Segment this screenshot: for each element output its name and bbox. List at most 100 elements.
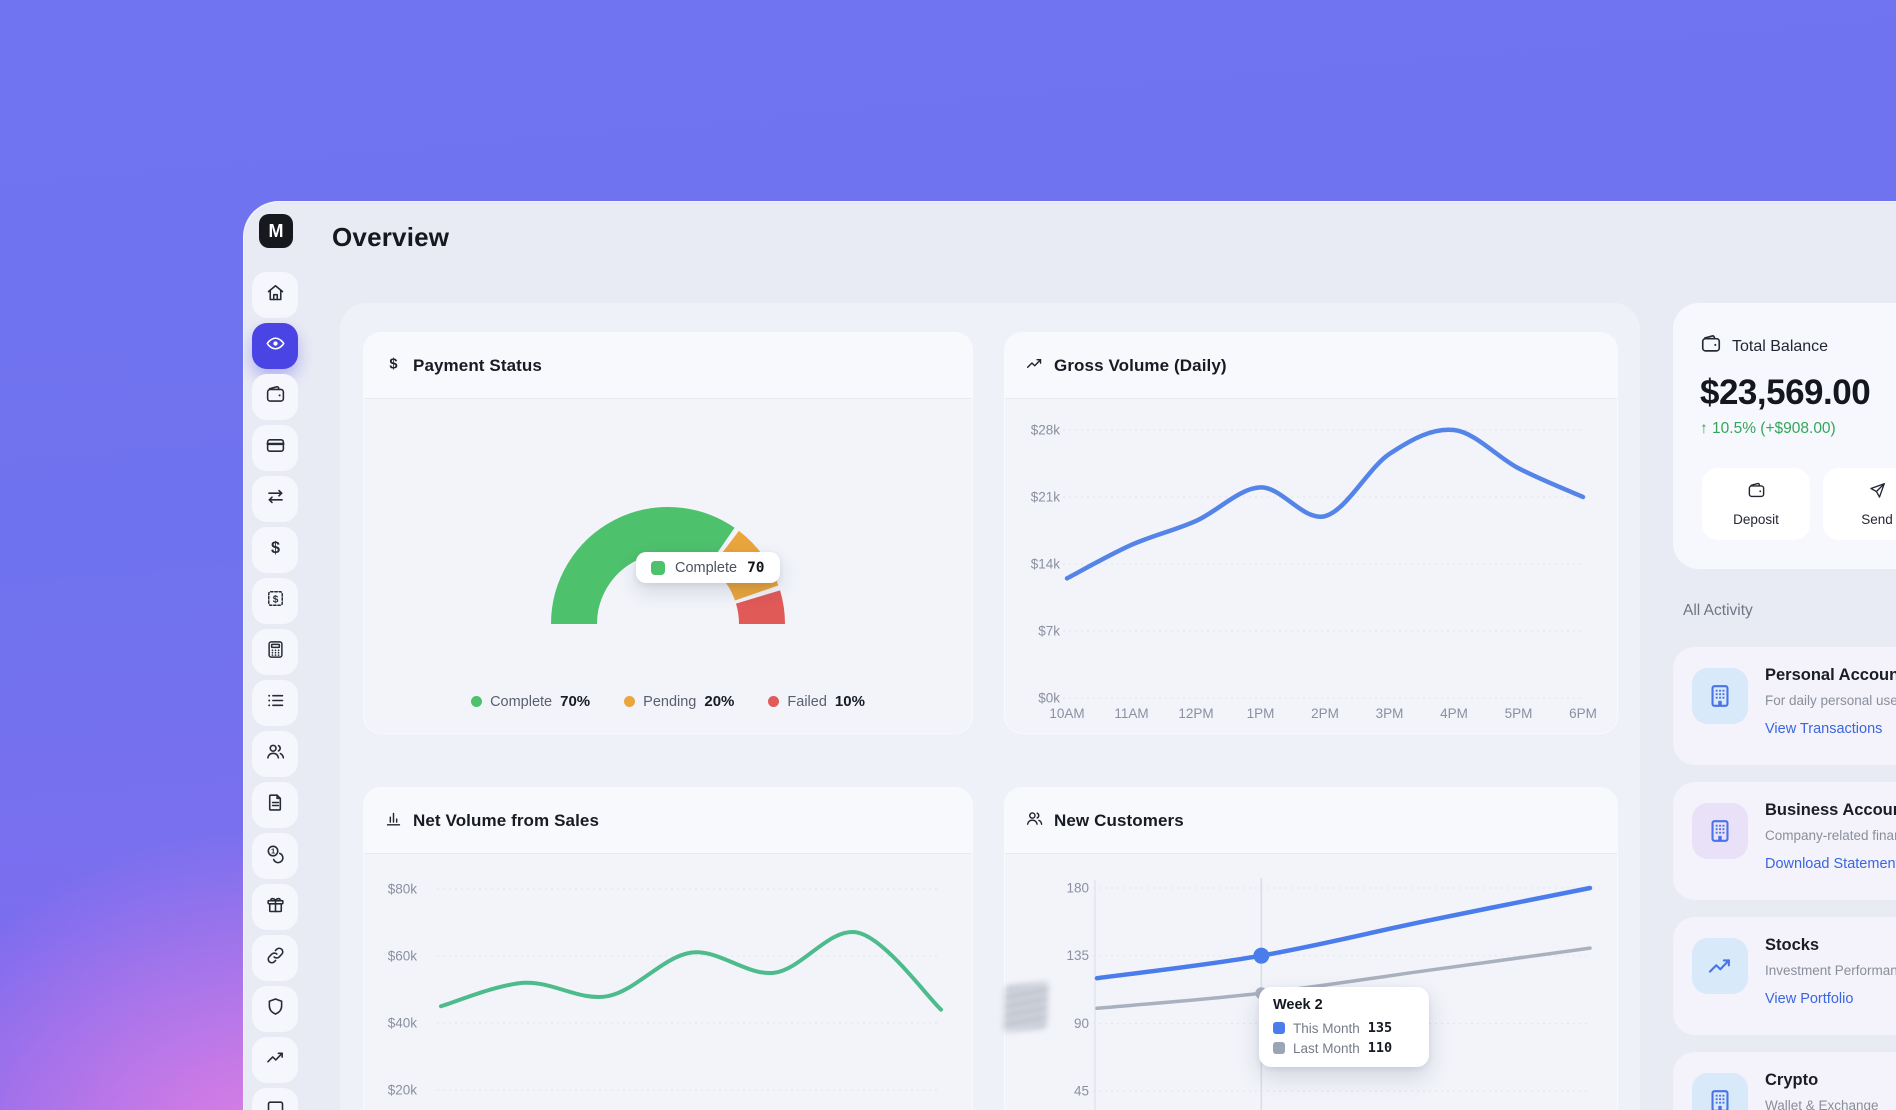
svg-text:$14k: $14k <box>1031 557 1061 572</box>
legend-swatch <box>1273 1022 1285 1034</box>
svg-text:$0k: $0k <box>1038 691 1060 706</box>
card-title: Net Volume from Sales <box>413 811 599 831</box>
sidebar-item-lists[interactable] <box>252 680 298 726</box>
legend-dot <box>768 696 779 707</box>
coins-icon <box>265 843 286 869</box>
view-transactions-link[interactable]: View Transactions <box>1765 721 1882 737</box>
users-icon <box>1025 809 1044 833</box>
sidebar-item-invoices[interactable] <box>252 578 298 624</box>
dashboard-window: M Overview Payment Status <box>243 201 1896 1110</box>
svg-text:11AM: 11AM <box>1114 706 1148 721</box>
total-balance-change: ↑ 10.5% (+$908.00) <box>1700 420 1836 438</box>
sidebar-item-payments[interactable] <box>252 527 298 573</box>
sidebar-item-links[interactable] <box>252 935 298 981</box>
app-logo[interactable]: M <box>259 214 293 248</box>
sidebar-item-transfers[interactable] <box>252 476 298 522</box>
legend-item-pending: Pending 20% <box>624 693 734 710</box>
svg-text:10AM: 10AM <box>1049 706 1084 721</box>
svg-text:2PM: 2PM <box>1311 706 1339 721</box>
card-title: Payment Status <box>413 356 542 376</box>
legend-dot <box>471 696 482 707</box>
svg-text:$80k: $80k <box>388 882 418 897</box>
activity-item-personal-account[interactable]: Personal Account For daily personal use … <box>1673 647 1896 765</box>
send-icon <box>1868 481 1887 505</box>
trending-up-icon <box>1025 354 1044 378</box>
send-button[interactable]: Send <box>1823 468 1896 540</box>
link-icon <box>265 945 286 971</box>
gauge-tooltip: Complete 70 <box>636 552 780 583</box>
screenshot-smudge-artifact <box>1003 981 1048 1032</box>
trending-up-icon <box>265 1047 286 1073</box>
legend-swatch <box>1273 1042 1285 1054</box>
sidebar-item-calculator[interactable] <box>252 629 298 675</box>
balance-actions: Deposit Send <box>1702 468 1896 540</box>
payment-status-card: Payment Status Complete 70 Complete 70% … <box>363 332 973 734</box>
total-balance-amount: $23,569.00 <box>1700 373 1870 413</box>
main-content: Payment Status Complete 70 Complete 70% … <box>340 303 1640 1110</box>
svg-text:$7k: $7k <box>1038 624 1060 639</box>
activity-item-business-account[interactable]: Business Account Company-related finance… <box>1673 782 1896 900</box>
net-volume-header: Net Volume from Sales <box>364 788 972 854</box>
building-icon <box>1692 668 1748 724</box>
wallet-icon <box>1700 333 1722 360</box>
sidebar-item-wallet[interactable] <box>252 374 298 420</box>
svg-text:$60k: $60k <box>388 949 418 964</box>
svg-text:45: 45 <box>1074 1084 1089 1099</box>
document-icon <box>265 792 286 818</box>
sidebar-item-cards[interactable] <box>252 425 298 471</box>
dollar-icon <box>265 537 286 563</box>
building-icon <box>1692 803 1748 859</box>
card-title: New Customers <box>1054 811 1184 831</box>
transfers-icon <box>265 486 286 512</box>
shield-icon <box>265 996 286 1022</box>
svg-text:90: 90 <box>1074 1016 1089 1031</box>
sidebar-item-home[interactable] <box>252 272 298 318</box>
receipt-icon <box>265 588 286 614</box>
svg-text:1PM: 1PM <box>1247 706 1275 721</box>
tooltip-row-this-month: This Month 135 <box>1273 1020 1415 1036</box>
sidebar <box>252 272 298 1110</box>
users-icon <box>265 741 286 767</box>
svg-text:12PM: 12PM <box>1178 706 1213 721</box>
download-statements-link[interactable]: Download Statements <box>1765 856 1896 872</box>
deposit-button[interactable]: Deposit <box>1702 468 1810 540</box>
trending-up-icon <box>1692 938 1748 994</box>
svg-text:180: 180 <box>1066 881 1089 896</box>
building-icon <box>1692 1073 1748 1110</box>
list-icon <box>265 690 286 716</box>
legend-swatch <box>651 561 665 575</box>
activity-item-crypto[interactable]: Crypto Wallet & Exchange <box>1673 1052 1896 1110</box>
monitor-icon <box>265 1098 286 1110</box>
sidebar-item-coins[interactable] <box>252 833 298 879</box>
eye-icon <box>265 333 286 359</box>
legend-item-failed: Failed 10% <box>768 693 865 710</box>
page-title: Overview <box>332 222 449 253</box>
activity-item-stocks[interactable]: Stocks Investment Performance View Portf… <box>1673 917 1896 1035</box>
sidebar-item-devices[interactable] <box>252 1088 298 1110</box>
net-volume-card: $80k$60k$40k$20k Net Volume from Sales <box>363 787 973 1110</box>
sidebar-item-analytics[interactable] <box>252 1037 298 1083</box>
sidebar-item-documents[interactable] <box>252 782 298 828</box>
new-customers-card: 1801359045 New Customers Week 2 This Mon… <box>1004 787 1618 1110</box>
dollar-icon <box>384 354 403 378</box>
week2-tooltip: Week 2 This Month 135 Last Month 110 <box>1259 987 1429 1067</box>
total-balance-card: Total Balance $23,569.00 ↑ 10.5% (+$908.… <box>1673 303 1896 569</box>
sidebar-item-rewards[interactable] <box>252 884 298 930</box>
sidebar-item-security[interactable] <box>252 986 298 1032</box>
total-balance-header: Total Balance <box>1700 333 1828 360</box>
sidebar-item-overview[interactable] <box>252 323 298 369</box>
credit-card-icon <box>265 435 286 461</box>
svg-text:3PM: 3PM <box>1376 706 1404 721</box>
view-portfolio-link[interactable]: View Portfolio <box>1765 991 1853 1007</box>
new-customers-header: New Customers <box>1005 788 1617 854</box>
bar-chart-icon <box>384 809 403 833</box>
home-icon <box>265 282 286 308</box>
svg-text:$21k: $21k <box>1031 490 1061 505</box>
calculator-icon <box>265 639 286 665</box>
gross-volume-header: Gross Volume (Daily) <box>1005 333 1617 399</box>
sidebar-item-customers[interactable] <box>252 731 298 777</box>
legend-item-complete: Complete 70% <box>471 693 590 710</box>
all-activity-heading: All Activity <box>1683 602 1753 620</box>
wallet-icon <box>1747 481 1766 505</box>
svg-text:5PM: 5PM <box>1505 706 1533 721</box>
